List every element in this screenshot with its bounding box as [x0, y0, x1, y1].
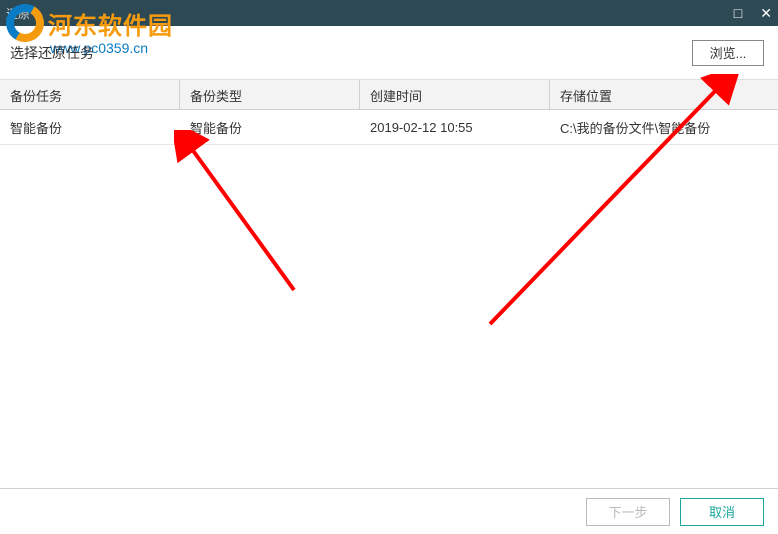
cell-type: 智能备份 [180, 112, 360, 143]
browse-button[interactable]: 浏览... [692, 40, 764, 66]
window-controls: □ ✕ [734, 0, 772, 26]
cell-task: 智能备份 [0, 112, 180, 143]
col-header-time[interactable]: 创建时间 [360, 80, 550, 109]
subheader-label: 选择还原任务 [10, 43, 94, 63]
col-header-location[interactable]: 存储位置 [550, 80, 778, 109]
subheader: 选择还原任务 浏览... [0, 26, 778, 80]
cell-time: 2019-02-12 10:55 [360, 114, 550, 141]
next-button: 下一步 [586, 498, 670, 526]
titlebar: 还原 □ ✕ [0, 0, 778, 26]
row-divider [0, 144, 778, 145]
table-row[interactable]: 智能备份 智能备份 2019-02-12 10:55 C:\我的备份文件\智能备… [0, 110, 778, 144]
window-title: 还原 [6, 5, 30, 22]
cell-location: C:\我的备份文件\智能备份 [550, 112, 778, 143]
maximize-icon[interactable]: □ [734, 6, 742, 20]
annotation-arrow-left [174, 130, 304, 300]
table-header: 备份任务 备份类型 创建时间 存储位置 [0, 80, 778, 110]
col-header-task[interactable]: 备份任务 [0, 80, 180, 109]
footer: 下一步 取消 [0, 488, 778, 534]
cancel-button[interactable]: 取消 [680, 498, 764, 526]
col-header-type[interactable]: 备份类型 [180, 80, 360, 109]
close-icon[interactable]: ✕ [760, 6, 772, 20]
